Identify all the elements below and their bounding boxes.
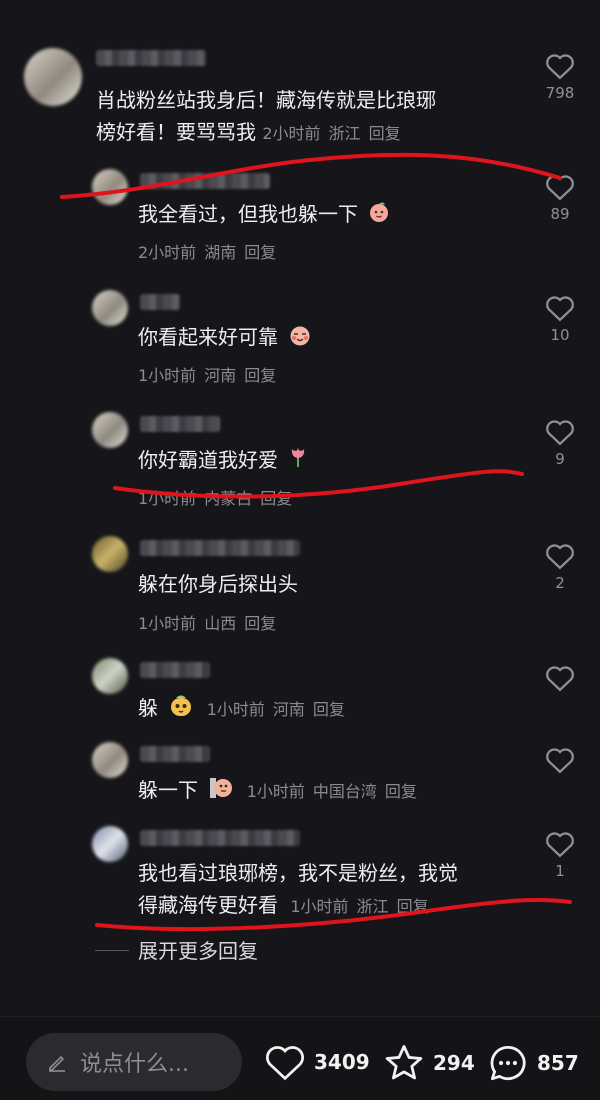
like-button[interactable]: 1 (542, 830, 578, 880)
username-blurred[interactable] (140, 540, 300, 556)
comment-input-placeholder: 说点什么... (80, 1052, 189, 1077)
comments-button[interactable]: 857 (487, 1043, 579, 1083)
comment-count: 857 (537, 1051, 579, 1075)
reply-button[interactable]: 回复 (397, 897, 429, 916)
comment-meta: 1小时前 河南 回复 (138, 366, 277, 385)
red-annotation-strokes (60, 152, 572, 932)
pencil-icon (49, 1055, 65, 1072)
comment-meta: 2小时前 浙江 回复 (262, 124, 401, 143)
heart-icon (546, 748, 574, 774)
comment-text: 肖战粉丝站我身后！藏海传就是比琅琊 榜好看！要骂骂我 2小时前 浙江 回复 (96, 88, 436, 144)
heart-icon (546, 666, 574, 692)
reply-button[interactable]: 回复 (260, 489, 292, 508)
peach-face-icon (368, 200, 390, 232)
like-count: 2 (555, 574, 565, 592)
like-count: 9 (555, 450, 565, 468)
like-count: 3409 (314, 1050, 370, 1074)
avatar[interactable] (24, 48, 82, 106)
username-blurred[interactable] (140, 416, 220, 432)
like-button[interactable]: 9 (542, 418, 578, 468)
bottom-bar: 说点什么... 3409 294 857 (0, 1016, 600, 1100)
username-blurred[interactable] (140, 173, 270, 189)
reply-button[interactable]: 回复 (244, 243, 276, 262)
like-count: 798 (545, 84, 575, 102)
username-blurred[interactable] (140, 662, 210, 678)
username-blurred[interactable] (140, 746, 210, 762)
peeking-face-icon (208, 774, 234, 809)
heart-icon (546, 175, 574, 201)
avatar[interactable] (92, 742, 128, 778)
comment-meta: 1小时前 山西 回复 (138, 614, 277, 633)
like-button[interactable] (542, 746, 578, 774)
reply-button[interactable]: 回复 (313, 700, 345, 719)
comment-meta: 2小时前 湖南 回复 (138, 243, 277, 262)
heart-icon (546, 420, 574, 446)
like-button[interactable]: 798 (542, 52, 578, 102)
comment-input[interactable]: 说点什么... (26, 1033, 242, 1091)
username-blurred[interactable] (140, 294, 180, 310)
like-count: 10 (550, 326, 570, 344)
avatar[interactable] (92, 826, 128, 862)
favorite-count: 294 (433, 1051, 475, 1075)
avatar[interactable] (92, 169, 128, 205)
avatar[interactable] (92, 412, 128, 448)
comment-bubble-icon (490, 1045, 526, 1081)
avatar[interactable] (92, 536, 128, 572)
avatar[interactable] (92, 290, 128, 326)
like-count: 1 (555, 862, 565, 880)
favorite-button[interactable]: 294 (383, 1043, 475, 1083)
heart-icon (546, 296, 574, 322)
like-button[interactable]: 2 (542, 542, 578, 592)
like-button[interactable]: 10 (542, 294, 578, 344)
expand-more-replies-button[interactable]: 展开更多回复 (138, 935, 258, 964)
heart-icon (546, 832, 574, 858)
username-blurred[interactable] (140, 830, 300, 846)
hiding-face-icon (168, 692, 194, 727)
reply-button[interactable]: 回复 (244, 614, 276, 633)
red-underline-1 (60, 152, 562, 199)
comment-meta: 1小时前 内蒙古 回复 (138, 489, 293, 508)
star-icon (385, 1045, 423, 1080)
like-count: 89 (550, 205, 570, 223)
comment-meta: 1小时前 河南 回复 (206, 700, 345, 719)
avatar[interactable] (92, 658, 128, 694)
tulip-icon (288, 445, 308, 478)
shy-peach-icon (288, 323, 312, 355)
reply-button[interactable]: 回复 (244, 366, 276, 385)
comment-meta: 1小时前 浙江 回复 (290, 897, 429, 916)
comment-meta: 1小时前 中国台湾 回复 (246, 782, 417, 801)
heart-icon (546, 54, 574, 80)
reply-button[interactable]: 回复 (369, 124, 401, 143)
heart-icon (546, 544, 574, 570)
heart-icon (266, 1046, 304, 1081)
like-button[interactable]: 89 (542, 173, 578, 223)
like-video-button[interactable]: 3409 (264, 1043, 370, 1081)
expand-divider (95, 950, 129, 951)
reply-button[interactable]: 回复 (385, 782, 417, 801)
username-blurred[interactable] (96, 50, 206, 66)
like-button[interactable] (542, 664, 578, 692)
